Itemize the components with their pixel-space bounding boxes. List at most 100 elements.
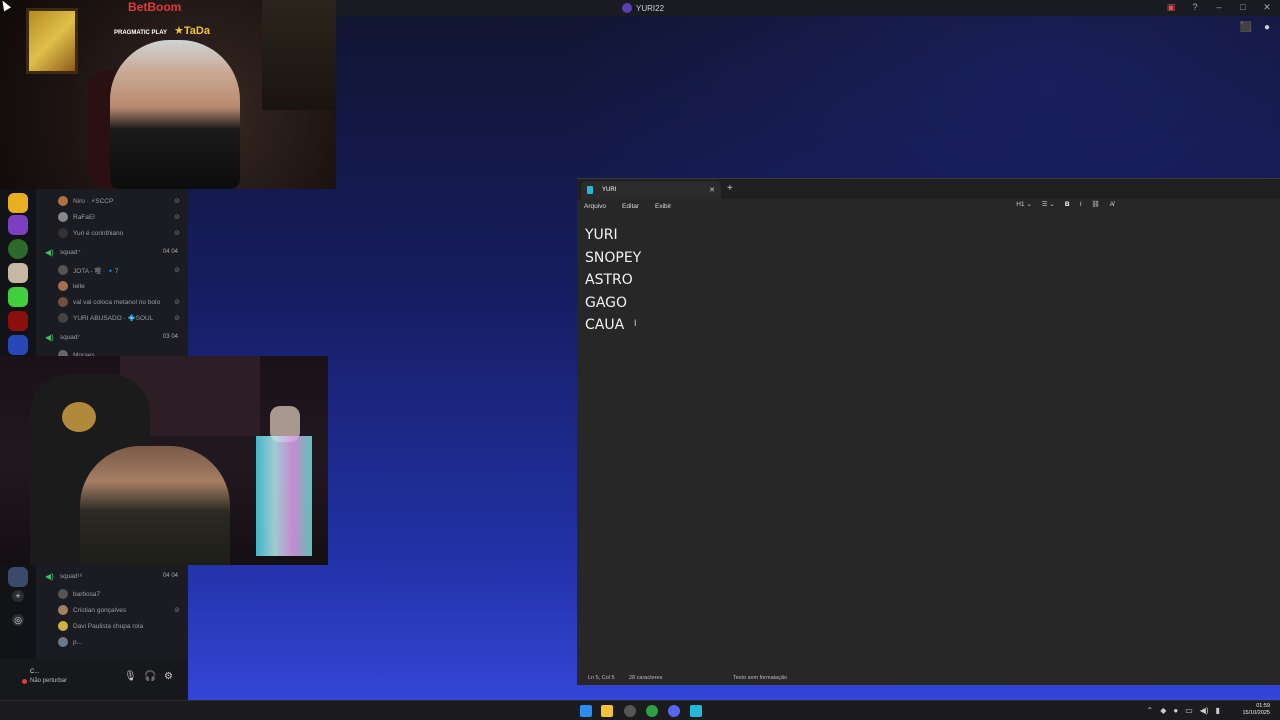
avatar [58,228,68,238]
avatar [58,265,68,275]
server-icon[interactable] [8,567,28,587]
list-dropdown-icon[interactable]: ☰ ⌄ [1042,200,1055,208]
close-icon[interactable]: ✕ [1262,2,1272,13]
voice-channel[interactable]: ◀) squad¹⁶ 04 04 [36,569,188,583]
heading-dropdown[interactable]: H1 ⌄ [1016,200,1032,208]
tab-title: YURI [602,187,617,193]
add-server-icon[interactable]: + [12,590,24,602]
avatar [58,196,68,206]
clear-formatting-icon[interactable]: A̸ [1110,201,1114,208]
pin-icon[interactable]: ⬛ [1240,22,1252,33]
muted-mic-icon: ⊘ [174,607,180,614]
character-count: 28 caracteres [629,674,663,681]
network-icon[interactable]: ▭ [1185,706,1193,715]
avatar [58,313,68,323]
text-line: SNOPEY [585,249,642,266]
voice-user-row[interactable]: YURI ABUSADO · 💠SOUL ⊘ [36,311,188,325]
menu-file[interactable]: Arquivo [584,203,606,210]
taskbar: ⌃ ◆ ● ▭ ◀) ▮ 01:59 15/10/2025 [0,700,1280,720]
voice-user-row[interactable]: leite [36,279,188,293]
close-tab-icon[interactable]: ✕ [709,186,715,194]
menu-edit[interactable]: Editar [622,203,639,210]
avatar [58,589,68,599]
muted-mic-icon: ⊘ [174,198,180,205]
webcam-overlay-top: BetBoom PRAGMATIC PLAY ★TaDa [0,0,336,189]
voice-channel[interactable]: ◀) squad⁷ 03 04 [36,330,188,344]
voice-user-row[interactable]: RaFaEl ⊘ [36,210,188,224]
tab-yuri[interactable]: YURI ✕ [581,181,721,199]
muted-mic-icon: ⊘ [174,315,180,322]
notepad-taskbar-icon[interactable] [690,705,702,717]
discord-right-tools: ⬛ ● [1240,22,1271,33]
streamer [80,446,230,565]
microphone-icon[interactable]: 🎙 [124,671,137,682]
speaker-icon: ◀) [45,332,54,342]
sponsor-logo: BetBoom [128,0,182,14]
notepad-icon [587,186,593,194]
server-icon[interactable] [8,263,28,283]
dnd-status-icon [22,679,27,684]
tab-bar: YURI ✕ + [577,179,1280,199]
battery-icon[interactable]: ▮ [1216,706,1220,715]
avatar [58,281,68,291]
tray-chevron-icon[interactable]: ⌃ [1147,706,1154,715]
microphone-tray-icon[interactable]: ● [1173,706,1178,715]
voice-user-row[interactable]: Niro · ⚡SCCP ⊘ [36,194,188,208]
explore-servers-icon[interactable]: ◎ [12,614,24,626]
link-icon[interactable]: ⛓ [1091,200,1099,208]
clock[interactable]: 01:59 15/10/2025 [1242,703,1270,717]
rgb-lamp [256,436,312,556]
threads-icon[interactable]: ● [1264,22,1270,33]
avatar [58,297,68,307]
window-controls: ▣ ? – □ ✕ [1166,2,1272,13]
voice-channel[interactable]: ◀) squad⁺ 04 04 [36,245,188,259]
server-icon[interactable] [8,215,28,235]
file-explorer-icon[interactable] [601,705,613,717]
headphones-icon[interactable]: 🎧 [144,671,156,682]
voice-user-row[interactable]: barbosa7 [36,587,188,601]
muted-mic-icon: ⊘ [174,214,180,221]
maximize-icon[interactable]: □ [1238,2,1248,13]
webcam-overlay-bottom [0,356,328,565]
italic-button[interactable]: I [1080,201,1082,208]
muted-mic-icon: ⊘ [174,230,180,237]
chair-logo [62,402,96,432]
voice-channel-label: squad⁺ [59,249,81,256]
server-avatar [622,3,632,13]
discord-icon[interactable] [668,705,680,717]
text-line: CAUA [585,317,625,333]
server-icon[interactable] [8,311,28,331]
username: C... [30,669,40,675]
settings-gear-icon[interactable]: ⚙ [164,671,173,682]
app-icon[interactable] [624,705,636,717]
server-icon[interactable] [8,335,28,355]
volume-icon[interactable]: ◀) [1200,706,1209,715]
server-icon[interactable] [8,239,28,259]
avatar [58,637,68,647]
server-icon[interactable] [8,287,28,307]
voice-user-row[interactable]: Davi Paulista chupa rola [36,619,188,633]
voice-user-row[interactable]: Cristian gonçalves ⊘ [36,603,188,617]
voice-channel-label: squad⁷ [59,333,80,341]
speaker-icon: ◀) [45,247,54,257]
bold-button[interactable]: B [1065,201,1070,208]
chrome-icon[interactable] [646,705,658,717]
discord-window-title: YURI22 [622,2,664,14]
text-editor[interactable]: YURI SNOPEY ASTRO GAGO CAUA [585,224,641,337]
muted-mic-icon: ⊘ [174,267,180,274]
windows-start-icon[interactable] [580,705,592,717]
text-line: ASTRO [585,272,633,288]
voice-user-row[interactable]: JOTA - 嘤 · 🔹7 ⊘ [36,263,188,277]
minimize-icon[interactable]: – [1214,2,1224,13]
voice-user-row[interactable]: val val coloca metanol no bolo ⊘ [36,295,188,309]
new-tab-button[interactable]: + [727,183,733,194]
voice-user-row[interactable]: p... [36,635,188,649]
server-icon[interactable] [8,193,28,213]
tray-app-icon[interactable]: ◆ [1160,706,1166,715]
speaker-icon: ◀) [45,571,54,581]
voice-user-row[interactable]: Yuri é corinthiano ⊘ [36,226,188,240]
shelf [262,0,336,110]
help-icon[interactable]: ? [1190,2,1200,13]
screen-share-icon[interactable]: ▣ [1166,2,1176,13]
menu-view[interactable]: Exibir [655,203,671,210]
